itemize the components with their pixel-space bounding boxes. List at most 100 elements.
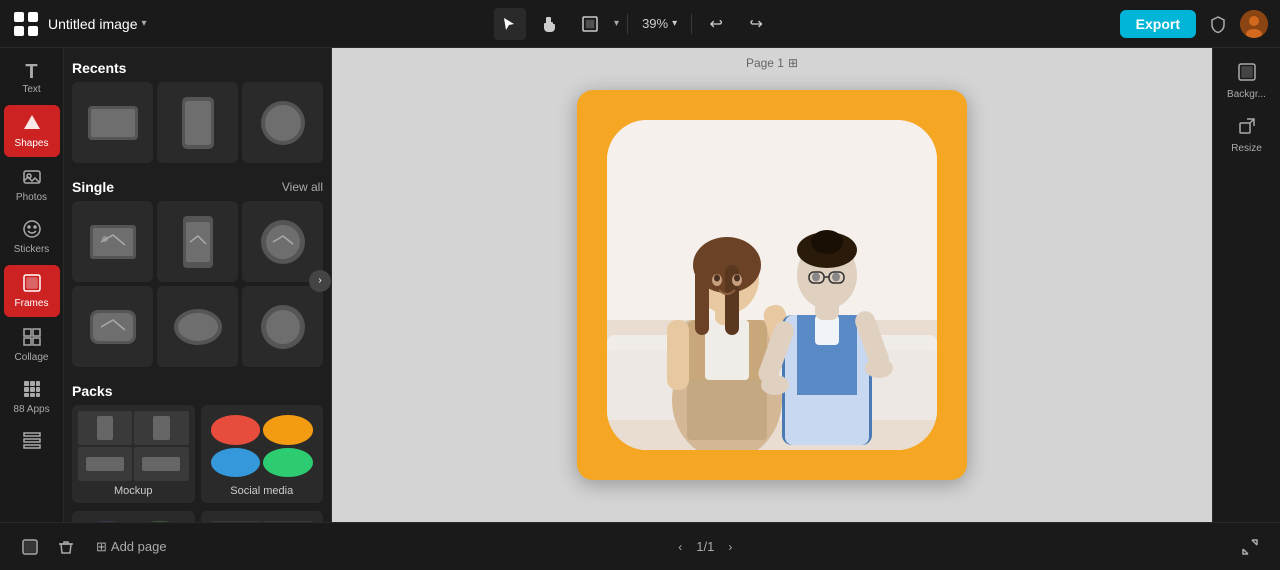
single-title: Single — [72, 179, 114, 195]
grid-nav-arrow[interactable]: › — [309, 270, 331, 292]
bottom-left: ⊞ Add page — [16, 533, 175, 561]
prev-page-button[interactable]: ‹ — [668, 535, 692, 559]
frame-item-5[interactable] — [157, 286, 238, 367]
apps-icon — [22, 379, 42, 402]
page-label: Page 1 ⊞ — [746, 56, 798, 70]
view-all-link[interactable]: View all — [282, 180, 323, 194]
select-tool-button[interactable] — [494, 8, 526, 40]
packs-row: Mockup Social media — [72, 405, 323, 503]
resize-icon — [1237, 116, 1257, 141]
divider2 — [691, 14, 692, 34]
collage-icon — [22, 327, 42, 350]
avatar[interactable] — [1240, 10, 1268, 38]
sidebar-item-text-label: Text — [22, 84, 40, 95]
sidebar-item-apps-label: 88 Apps — [13, 404, 49, 415]
mockup-pack[interactable]: Mockup — [72, 405, 195, 503]
canvas-area: Page 1 ⊞ — [332, 48, 1212, 522]
resize-label: Resize — [1231, 143, 1262, 154]
more-icon — [22, 431, 42, 454]
frames-icon — [22, 273, 42, 296]
sidebar-item-stickers[interactable]: Stickers — [4, 213, 60, 261]
circle-1 — [211, 415, 261, 445]
mockup-thumb — [78, 411, 189, 481]
sidebar-item-collage-label: Collage — [15, 352, 49, 363]
sidebar-icons: T Text Shapes Photos Stickers — [0, 48, 64, 522]
logo-icon[interactable] — [12, 10, 40, 38]
frame-item-1[interactable] — [72, 201, 153, 282]
zoom-control[interactable]: 39% ▾ — [636, 12, 683, 35]
topbar-left: Untitled image ▾ — [12, 10, 147, 38]
bottom-pack-row — [72, 511, 323, 522]
social-circles-thumb — [207, 411, 318, 481]
bottom-right — [1236, 533, 1264, 561]
frame-item-2[interactable] — [157, 201, 238, 282]
circle-3 — [211, 448, 261, 478]
hand-tool-button[interactable] — [534, 8, 566, 40]
add-page-label: Add page — [111, 539, 167, 554]
single-grid — [72, 201, 323, 367]
mockup-label: Mockup — [78, 485, 189, 497]
bottom-center: ‹ 1/1 › — [668, 535, 742, 559]
packs-section: Packs — [72, 379, 323, 522]
sidebar-item-photos-label: Photos — [16, 192, 47, 203]
recents-grid — [72, 82, 323, 163]
undo-button[interactable]: ↩ — [700, 8, 732, 40]
design-frame[interactable] — [577, 90, 967, 480]
sidebar-item-more[interactable] — [4, 425, 60, 460]
add-page-icon: ⊞ — [96, 539, 107, 555]
single-header: Single View all — [72, 175, 323, 201]
packs-title: Packs — [72, 383, 112, 399]
text-icon: T — [25, 62, 37, 82]
frame-item-4[interactable] — [72, 286, 153, 367]
circle-4 — [263, 448, 313, 478]
pack-item-4[interactable] — [201, 511, 324, 522]
frame-item-6[interactable] — [242, 286, 323, 367]
frame-item-3[interactable] — [242, 201, 323, 282]
sidebar-item-frames[interactable]: Frames — [4, 265, 60, 317]
file-title[interactable]: Untitled image ▾ — [48, 16, 147, 32]
zoom-value: 39% — [642, 16, 668, 31]
background-icon — [1237, 62, 1257, 87]
sidebar-item-collage[interactable]: Collage — [4, 321, 60, 369]
export-button[interactable]: Export — [1120, 10, 1196, 38]
redo-button[interactable]: ↪ — [740, 8, 772, 40]
expand-button[interactable] — [1236, 533, 1264, 561]
sidebar-item-photos[interactable]: Photos — [4, 161, 60, 209]
sidebar-item-text[interactable]: T Text — [4, 56, 60, 101]
mockup-cell-1 — [78, 411, 132, 445]
frame-tool-button[interactable] — [574, 8, 606, 40]
add-page-button[interactable]: ⊞ Add page — [88, 535, 175, 559]
sidebar-item-frames-label: Frames — [15, 298, 49, 309]
sidebar-item-apps[interactable]: 88 Apps — [4, 373, 60, 421]
pack-item-3[interactable] — [72, 511, 195, 522]
file-title-text: Untitled image — [48, 16, 138, 32]
recents-header: Recents — [72, 56, 323, 82]
background-button[interactable]: Backgr... — [1219, 56, 1275, 106]
page-label-text: Page 1 — [746, 56, 784, 70]
zoom-chevron-icon: ▾ — [672, 18, 677, 29]
bottom-packs — [72, 511, 323, 522]
social-media-pack[interactable]: Social media — [201, 405, 324, 503]
shield-icon[interactable] — [1204, 10, 1232, 38]
bottom-toolbar: ⊞ Add page ‹ 1/1 › — [0, 522, 1280, 570]
recent-item-1[interactable] — [72, 82, 153, 163]
recent-item-3[interactable] — [242, 82, 323, 163]
divider — [627, 14, 628, 34]
next-page-button[interactable]: › — [718, 535, 742, 559]
recent-item-2[interactable] — [157, 82, 238, 163]
sidebar-item-shapes[interactable]: Shapes — [4, 105, 60, 157]
resize-button[interactable]: Resize — [1219, 110, 1275, 160]
main: T Text Shapes Photos Stickers — [0, 48, 1280, 522]
topbar-right: Export — [1120, 10, 1268, 38]
canvas-content[interactable] — [332, 48, 1212, 522]
recents-title: Recents — [72, 60, 126, 76]
delete-page-button[interactable] — [52, 533, 80, 561]
design-inner-photo — [607, 120, 937, 450]
chevron-frame-icon[interactable]: ▾ — [614, 18, 619, 29]
photos-icon — [22, 167, 42, 190]
page-settings-button[interactable] — [16, 533, 44, 561]
page-options-icon[interactable]: ⊞ — [788, 56, 798, 70]
packs-header: Packs — [72, 379, 323, 405]
background-label: Backgr... — [1227, 89, 1266, 100]
sidebar-item-shapes-label: Shapes — [15, 138, 49, 149]
